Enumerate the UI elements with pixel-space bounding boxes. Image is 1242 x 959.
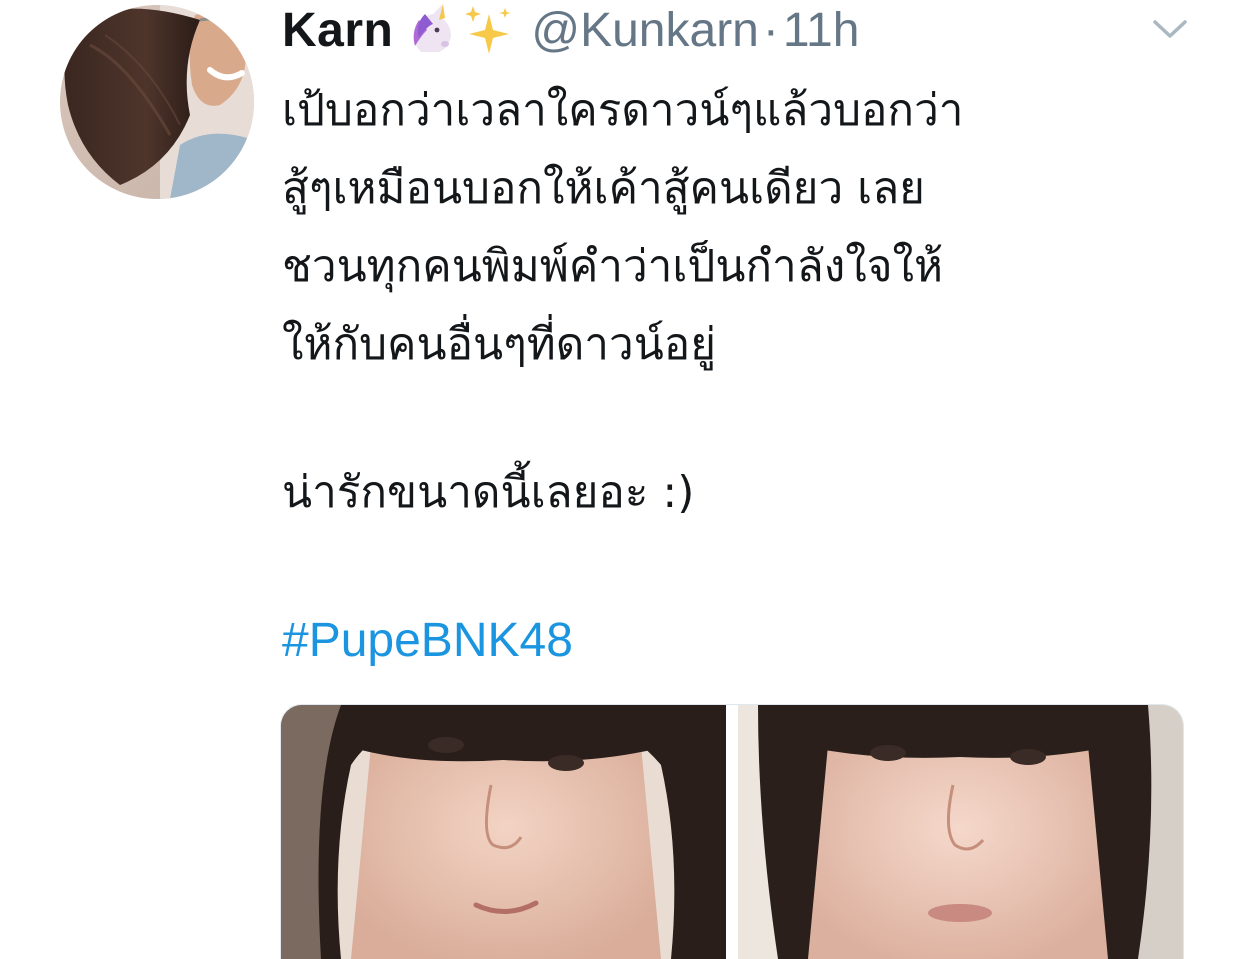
tweet[interactable]: Karn @Kunkarn · 11h เป้บอกว่าเวลาใครดาวน… [0, 0, 1242, 959]
tweet-text: เป้บอกว่าเวลาใครดาวน์ๆแล้วบอกว่า สู้ๆเหม… [282, 72, 1182, 384]
chevron-down-icon[interactable] [1150, 14, 1190, 44]
display-name[interactable]: Karn [282, 3, 393, 58]
avatar[interactable] [60, 5, 254, 199]
unicorn-emoji [405, 2, 463, 58]
tweet-text-line: เป้บอกว่าเวลาใครดาวน์ๆแล้วบอกว่า [282, 85, 964, 136]
photo-1[interactable] [281, 705, 726, 959]
tweet-timestamp[interactable]: 11h [783, 3, 860, 58]
photo-2[interactable] [738, 705, 1183, 959]
sparkles-emoji [463, 2, 515, 58]
author-handle[interactable]: @Kunkarn [531, 3, 759, 58]
tweet-text-line: น่ารักขนาดนี้เลยอะ :) [282, 467, 695, 518]
tweet-text-line: ชวนทุกคนพิมพ์คำว่าเป็นกำลังใจให้ [282, 241, 943, 292]
tweet-text-line: ให้กับคนอื่นๆที่ดาวน์อยู่ [282, 319, 716, 370]
media-grid [280, 704, 1184, 959]
separator-dot: · [762, 3, 779, 57]
hashtag-link[interactable]: #PupeBNK48 [282, 606, 573, 676]
tweet-header: Karn @Kunkarn · 11h [282, 2, 859, 58]
tweet-text-line: สู้ๆเหมือนบอกให้เค้าสู้คนเดียว เลย [282, 163, 925, 214]
